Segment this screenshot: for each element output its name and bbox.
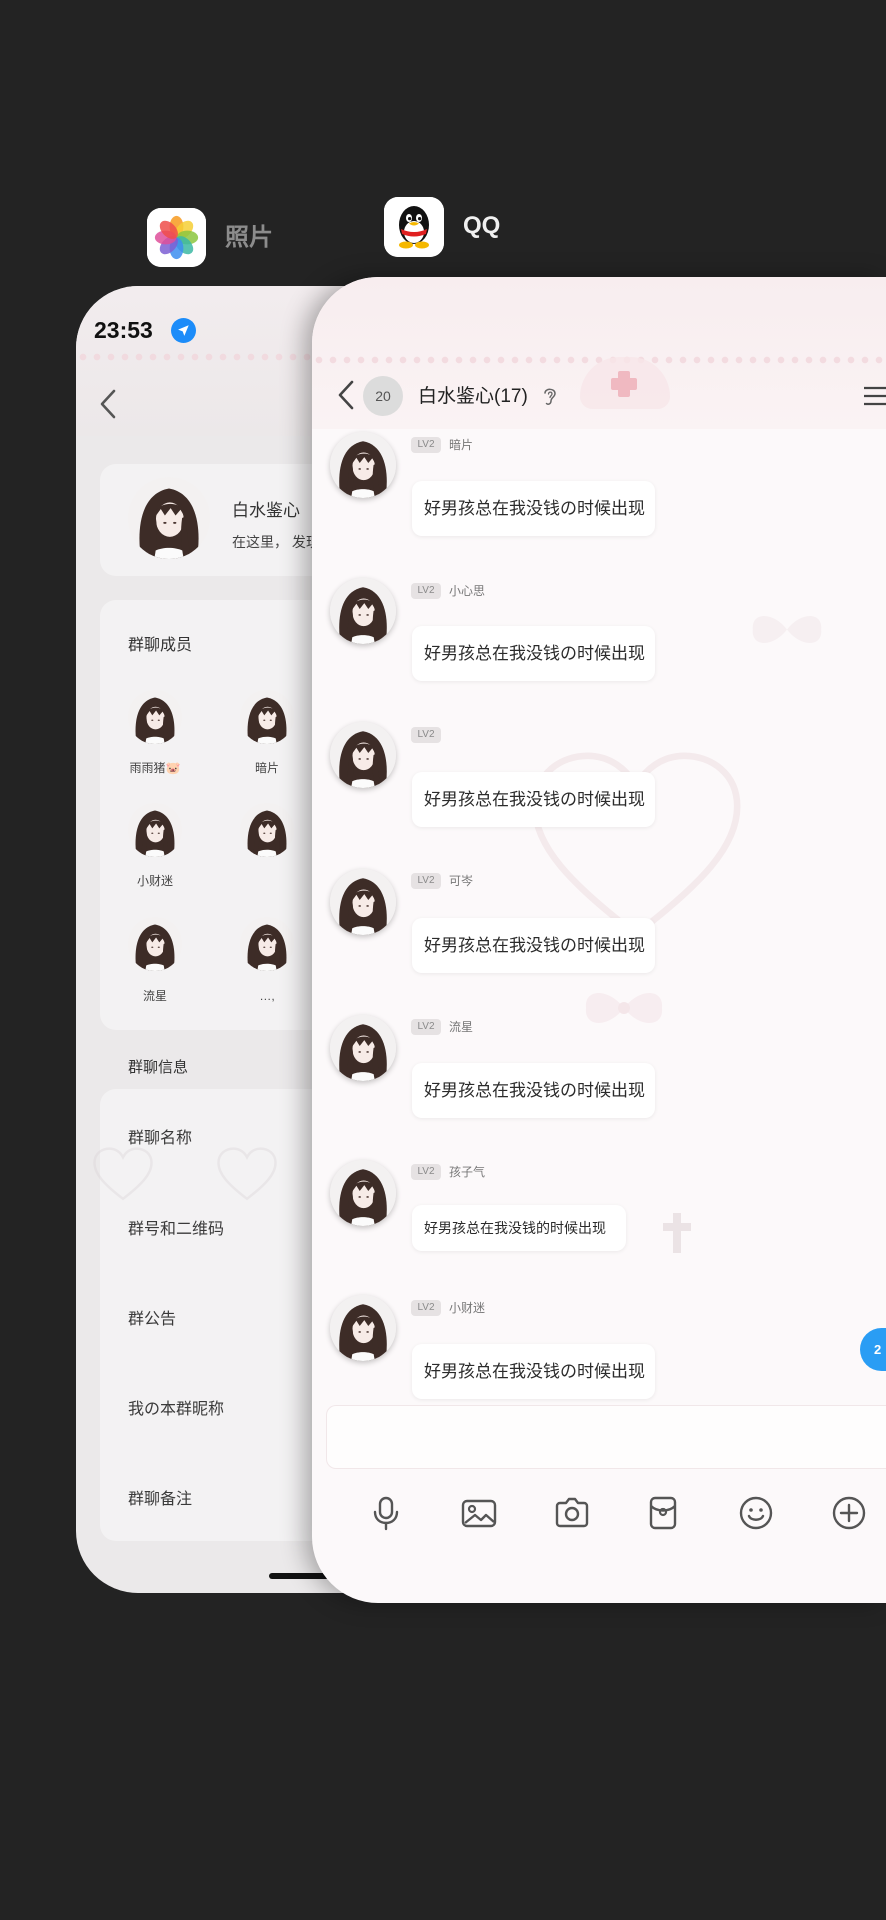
message-avatar[interactable] <box>330 1015 396 1081</box>
setting-label: 群公告 <box>128 1311 177 1328</box>
background-cross-decoration <box>663 1223 691 1231</box>
message-text: 好男孩总在我没钱の时候出现 <box>424 499 645 518</box>
avatar-image <box>330 1160 396 1226</box>
message-bubble[interactable]: 好男孩总在我没钱の时候出现 <box>412 918 655 973</box>
member-name: 雨雨猪🐷 <box>129 761 181 775</box>
red-packet-icon[interactable] <box>644 1494 682 1532</box>
cross-decoration <box>611 378 637 390</box>
add-icon[interactable] <box>830 1494 868 1532</box>
avatar-image <box>128 690 182 744</box>
avatar-image <box>330 1015 396 1081</box>
sender-name: 孩子气 <box>449 1165 486 1179</box>
avatar-image <box>128 803 182 857</box>
message-bubble[interactable]: 好男孩总在我没钱の时候出现 <box>412 1344 655 1399</box>
setting-label: 群聊名称 <box>128 1130 193 1147</box>
member-avatar[interactable] <box>240 803 294 857</box>
message-bubble[interactable]: 好男孩总在我没钱の时候出现 <box>412 481 655 536</box>
photos-app-icon[interactable] <box>147 208 206 267</box>
qq-app-card[interactable]: 20 白水鉴心(17) LV2 暗片 好男孩总在我没钱の时候出现 LV2 小心思… <box>312 277 886 1603</box>
member-name: …, <box>259 989 275 1003</box>
sender-name: 流星 <box>449 1020 474 1034</box>
member-avatar[interactable] <box>128 803 182 857</box>
avatar-image <box>330 432 396 498</box>
qq-app-label[interactable]: QQ <box>463 212 500 240</box>
image-icon[interactable] <box>460 1494 498 1532</box>
avatar-image <box>240 690 294 744</box>
avatar-image <box>240 803 294 857</box>
level-badge: LV2 <box>411 583 441 599</box>
setting-label: 群聊备注 <box>128 1491 193 1508</box>
background-cross-decoration <box>673 1213 681 1253</box>
message-text: 好男孩总在我没钱の时候出现 <box>424 644 645 663</box>
new-message-count: 2 <box>874 1342 882 1357</box>
sender-name: 可岑 <box>449 874 474 888</box>
message-bubble[interactable]: 好男孩总在我没钱の时候出现 <box>412 626 655 681</box>
emoji-icon[interactable] <box>737 1494 775 1532</box>
photos-flower-icon <box>147 208 206 267</box>
avatar-image <box>330 1295 396 1361</box>
member-name: 暗片 <box>254 761 279 775</box>
message-avatar[interactable] <box>330 432 396 498</box>
group-name: 白水鉴心 <box>232 501 300 520</box>
message-text: 好男孩总在我没钱の时候出现 <box>424 790 645 809</box>
message-bubble[interactable]: 好男孩总在我没钱の时候出现 <box>412 772 655 827</box>
avatar-image <box>330 578 396 644</box>
member-name: 流星 <box>142 989 167 1003</box>
avatar-image <box>330 722 396 788</box>
level-badge: LV2 <box>411 437 441 453</box>
level-badge: LV2 <box>411 1164 441 1180</box>
chat-back-chevron-icon[interactable] <box>336 379 356 411</box>
qq-app-icon[interactable] <box>384 197 444 257</box>
background-bow-decoration <box>574 983 674 1033</box>
level-badge: LV2 <box>411 873 441 889</box>
avatar-image <box>330 869 396 935</box>
info-section-title: 群聊信息 <box>128 1059 189 1076</box>
message-input[interactable] <box>326 1405 886 1469</box>
status-time: 23:53 <box>94 317 153 343</box>
avatar-image <box>128 917 182 971</box>
message-text: 好男孩总在我没钱の时候出现 <box>424 1081 645 1100</box>
member-name: 小财迷 <box>136 874 173 888</box>
message-bubble[interactable]: 好男孩总在我没钱の时候出现 <box>412 1063 655 1118</box>
level-badge: LV2 <box>411 1300 441 1316</box>
message-avatar[interactable] <box>330 869 396 935</box>
unread-count-badge[interactable]: 20 <box>363 376 403 416</box>
new-message-indicator[interactable]: 2 <box>860 1328 886 1371</box>
message-bubble[interactable]: 好男孩总在我没钱的时候出现 <box>412 1205 626 1251</box>
camera-icon[interactable] <box>553 1494 591 1532</box>
menu-icon[interactable] <box>862 385 886 407</box>
background-bow-decoration <box>742 607 832 652</box>
member-avatar[interactable] <box>240 917 294 971</box>
member-avatar[interactable] <box>240 690 294 744</box>
message-avatar[interactable] <box>330 722 396 788</box>
members-title: 群聊成员 <box>128 637 193 654</box>
qq-penguin-icon <box>384 197 444 257</box>
photos-app-label[interactable]: 照片 <box>225 224 273 252</box>
group-subtitle: 在这里， 发现 <box>232 534 320 550</box>
group-avatar[interactable] <box>128 477 210 559</box>
level-badge: LV2 <box>411 1019 441 1035</box>
message-avatar[interactable] <box>330 578 396 644</box>
level-badge: LV2 <box>411 727 441 743</box>
message-avatar[interactable] <box>330 1160 396 1226</box>
setting-label: 群号和二维码 <box>128 1221 225 1238</box>
sender-name: 暗片 <box>449 438 474 452</box>
message-text: 好男孩总在我没钱の时候出现 <box>424 1362 645 1381</box>
message-text: 好男孩总在我没钱的时候出现 <box>424 1220 606 1236</box>
sender-name: 小心思 <box>449 584 486 598</box>
member-avatar[interactable] <box>128 917 182 971</box>
sender-name: 小财迷 <box>449 1301 486 1315</box>
chat-title[interactable]: 白水鉴心(17) <box>418 384 528 410</box>
avatar-image <box>128 477 210 559</box>
avatar-image <box>240 917 294 971</box>
message-avatar[interactable] <box>330 1295 396 1361</box>
member-avatar[interactable] <box>128 690 182 744</box>
ear-mode-icon[interactable] <box>542 385 558 407</box>
location-arrow-icon <box>171 318 196 343</box>
message-text: 好男孩总在我没钱の时候出现 <box>424 936 645 955</box>
microphone-icon[interactable] <box>367 1494 405 1532</box>
back-chevron-icon[interactable] <box>98 388 118 420</box>
setting-label: 我の本群昵称 <box>128 1401 225 1418</box>
